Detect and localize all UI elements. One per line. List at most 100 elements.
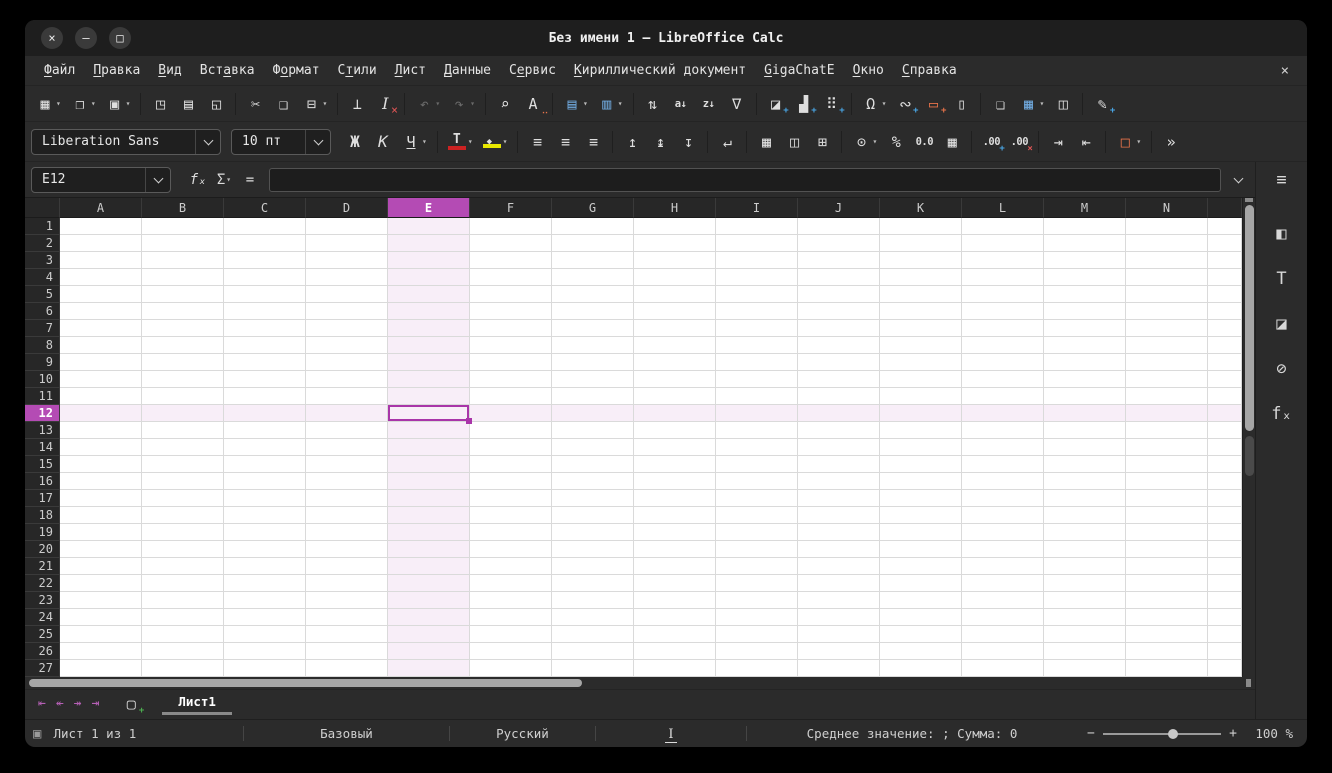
cell-E22[interactable] [388, 575, 470, 592]
cell-I5[interactable] [716, 286, 798, 303]
cell-F14[interactable] [470, 439, 552, 456]
cell-N25[interactable] [1126, 626, 1208, 643]
cell-E3[interactable] [388, 252, 470, 269]
cell-I24[interactable] [716, 609, 798, 626]
cell-N8[interactable] [1126, 337, 1208, 354]
cell-F3[interactable] [470, 252, 552, 269]
cell-C1[interactable] [224, 218, 306, 235]
cell-E26[interactable] [388, 643, 470, 660]
row-header-3[interactable]: 3 [25, 252, 60, 269]
cell-F6[interactable] [470, 303, 552, 320]
cell-H15[interactable] [634, 456, 716, 473]
select-function-button[interactable]: Σ ▾ [211, 172, 237, 188]
close-window-button[interactable]: × [41, 27, 63, 49]
borders-dropdown[interactable]: ▾ [1136, 137, 1141, 146]
cell-H6[interactable] [634, 303, 716, 320]
zoom-level[interactable]: 100 % [1237, 726, 1299, 741]
horizontal-scrollbar-thumb[interactable] [29, 679, 582, 687]
cell-E20[interactable] [388, 541, 470, 558]
row-header-16[interactable]: 16 [25, 473, 60, 490]
language-field[interactable]: Русский [450, 726, 595, 741]
cell-E7[interactable] [388, 320, 470, 337]
cell-B17[interactable] [142, 490, 224, 507]
insert-text-box-button[interactable]: ▯ [948, 92, 974, 116]
cell-C5[interactable] [224, 286, 306, 303]
cell-D25[interactable] [306, 626, 388, 643]
cell-H14[interactable] [634, 439, 716, 456]
cell-B1[interactable] [142, 218, 224, 235]
clone-formatting-button[interactable]: ⊥ [344, 92, 370, 116]
cell-E9[interactable] [388, 354, 470, 371]
cell-A7[interactable] [60, 320, 142, 337]
cell-B7[interactable] [142, 320, 224, 337]
sort-descending-button[interactable]: z↓ [696, 92, 722, 116]
cell-C7[interactable] [224, 320, 306, 337]
cell-C13[interactable] [224, 422, 306, 439]
cell-M9[interactable] [1044, 354, 1126, 371]
cell-G24[interactable] [552, 609, 634, 626]
cell-H27[interactable] [634, 660, 716, 677]
format-as-percent-button[interactable]: % [883, 130, 909, 154]
cell-J4[interactable] [798, 269, 880, 286]
copy-button[interactable]: ❑ [270, 92, 296, 116]
cell-I1[interactable] [716, 218, 798, 235]
column-header-N[interactable]: N [1126, 198, 1208, 218]
toolbar-overflow-button[interactable]: » [1158, 130, 1184, 154]
sheet-info[interactable]: Лист 1 из 1 [53, 726, 136, 741]
cell-M7[interactable] [1044, 320, 1126, 337]
cell-K4[interactable] [880, 269, 962, 286]
cell-N17[interactable] [1126, 490, 1208, 507]
cell-K5[interactable] [880, 286, 962, 303]
cell-A14[interactable] [60, 439, 142, 456]
cell-J3[interactable] [798, 252, 880, 269]
cell-B27[interactable] [142, 660, 224, 677]
cell-L2[interactable] [962, 235, 1044, 252]
vertical-split-handle[interactable] [1245, 198, 1253, 202]
cell-L16[interactable] [962, 473, 1044, 490]
split-window-button[interactable]: ◫ [1050, 92, 1076, 116]
insert-image-button[interactable]: ◪ [763, 92, 789, 116]
cell-E8[interactable] [388, 337, 470, 354]
cell-M3[interactable] [1044, 252, 1126, 269]
font-name-combo[interactable]: Liberation Sans [31, 128, 221, 155]
cell-I18[interactable] [716, 507, 798, 524]
highlighting-color-dropdown[interactable]: ▾ [503, 137, 508, 146]
row-header-9[interactable]: 9 [25, 354, 60, 371]
cell-L21[interactable] [962, 558, 1044, 575]
menu-item-0[interactable]: Файл [35, 60, 84, 81]
cell-A1[interactable] [60, 218, 142, 235]
cell-G21[interactable] [552, 558, 634, 575]
cell-L6[interactable] [962, 303, 1044, 320]
cell-G15[interactable] [552, 456, 634, 473]
cell-E16[interactable] [388, 473, 470, 490]
cell-H17[interactable] [634, 490, 716, 507]
cell-E25[interactable] [388, 626, 470, 643]
cell-A8[interactable] [60, 337, 142, 354]
row-header-22[interactable]: 22 [25, 575, 60, 592]
cell-K13[interactable] [880, 422, 962, 439]
cell-G14[interactable] [552, 439, 634, 456]
cell-H20[interactable] [634, 541, 716, 558]
cell-I25[interactable] [716, 626, 798, 643]
unmerge-cells-button[interactable]: ⊞ [809, 130, 835, 154]
sort-button[interactable]: ⇅ [640, 92, 666, 116]
decrease-indent-button[interactable]: ⇤ [1073, 130, 1099, 154]
cell-F24[interactable] [470, 609, 552, 626]
cell-K22[interactable] [880, 575, 962, 592]
cell-F19[interactable] [470, 524, 552, 541]
row-header-14[interactable]: 14 [25, 439, 60, 456]
cell-I12[interactable] [716, 405, 798, 422]
cell-A26[interactable] [60, 643, 142, 660]
column-header-D[interactable]: D [306, 198, 388, 218]
cell-G11[interactable] [552, 388, 634, 405]
cell-M18[interactable] [1044, 507, 1126, 524]
cell-J9[interactable] [798, 354, 880, 371]
cell-D19[interactable] [306, 524, 388, 541]
cell-N23[interactable] [1126, 592, 1208, 609]
cell-C26[interactable] [224, 643, 306, 660]
cell-M17[interactable] [1044, 490, 1126, 507]
autofilter-button[interactable]: ∇ [724, 92, 750, 116]
row-header-20[interactable]: 20 [25, 541, 60, 558]
cell-N10[interactable] [1126, 371, 1208, 388]
insert-column-dropdown[interactable]: ▾ [618, 99, 623, 108]
